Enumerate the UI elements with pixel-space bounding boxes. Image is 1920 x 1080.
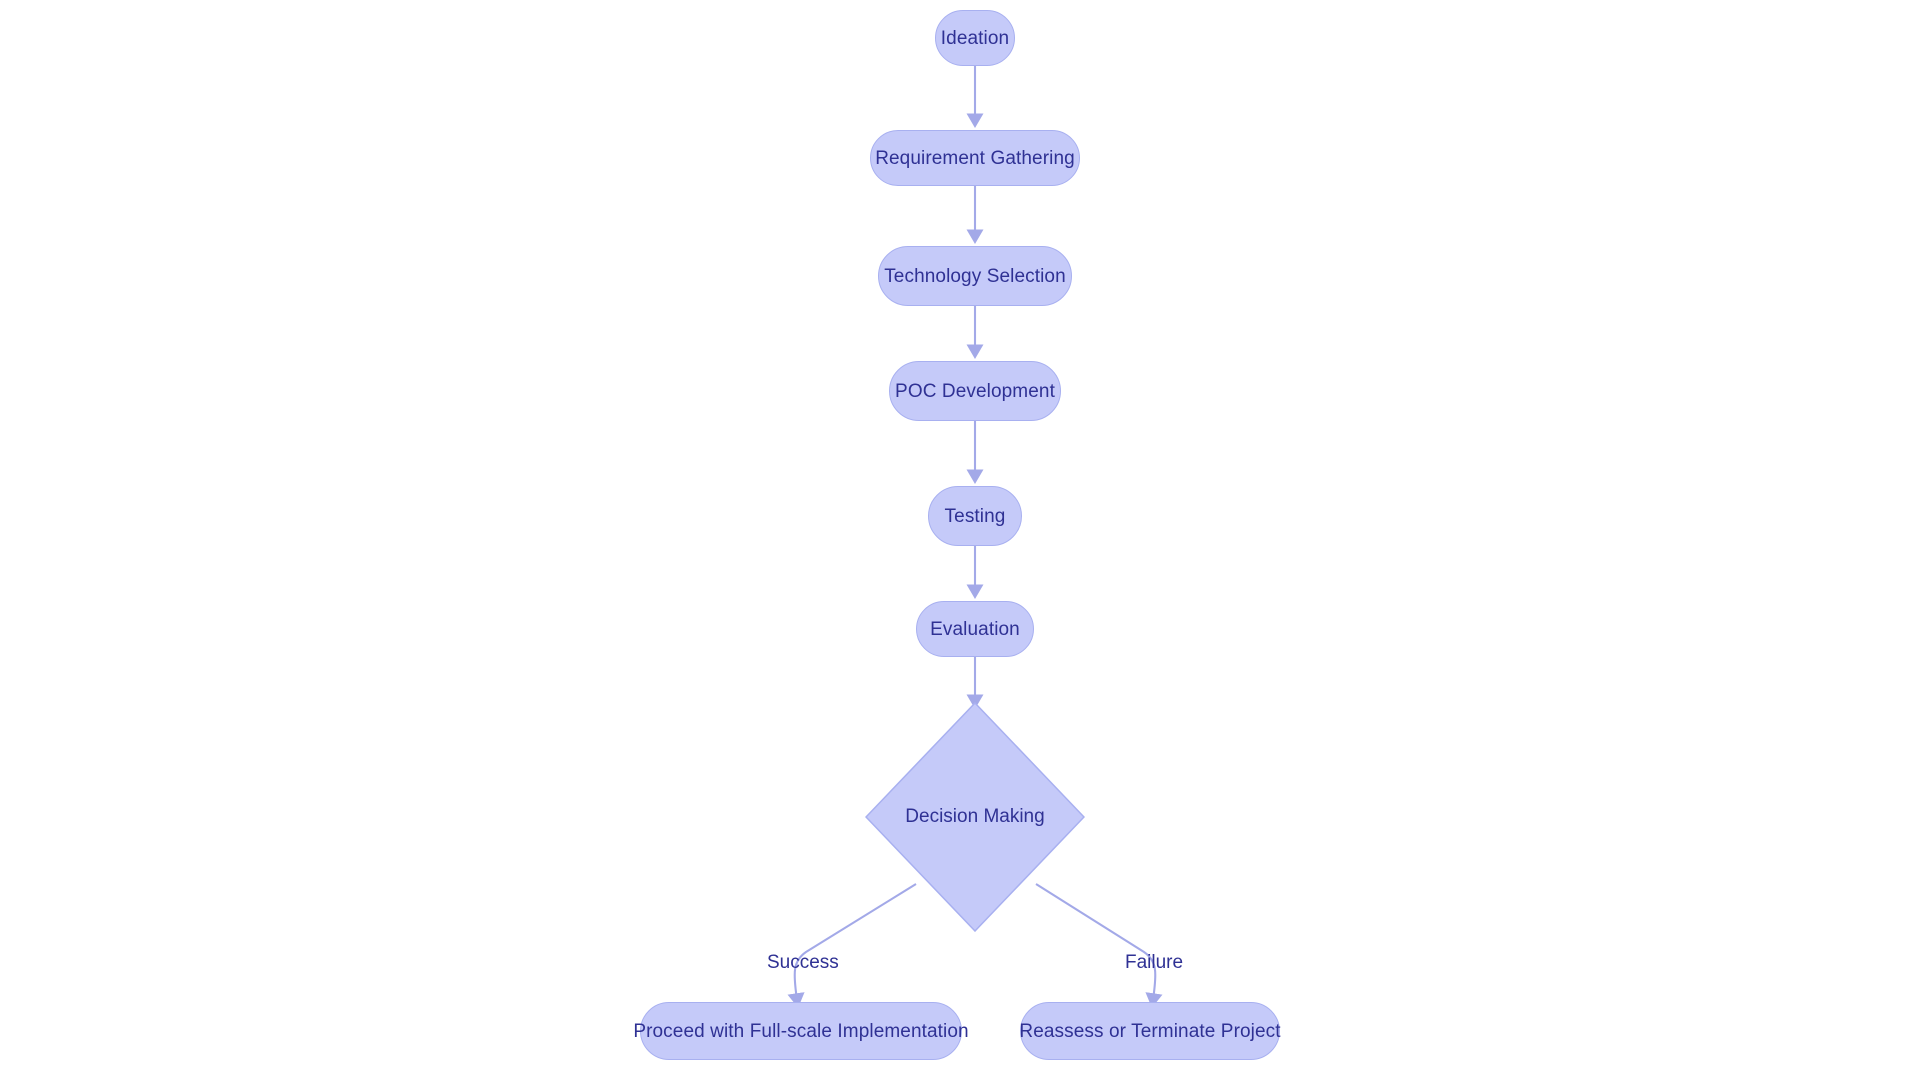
node-testing-label: Testing [944, 505, 1006, 527]
node-evaluation-label: Evaluation [930, 618, 1020, 640]
edge-label-failure-text: Failure [1125, 952, 1184, 973]
node-ideation-label: Ideation [940, 27, 1010, 49]
node-requirement-gathering[interactable]: Requirement Gathering [870, 130, 1080, 186]
node-ideation[interactable]: Ideation [935, 10, 1015, 66]
node-poc-development-label: POC Development [895, 380, 1055, 402]
node-proceed-full-scale-label: Proceed with Full-scale Implementation [633, 1020, 969, 1042]
node-proceed-full-scale[interactable]: Proceed with Full-scale Implementation [633, 1002, 969, 1060]
node-reassess-terminate-label: Reassess or Terminate Project [1019, 1020, 1281, 1042]
edge-label-failure: Failure [1125, 953, 1183, 972]
node-technology-selection[interactable]: Technology Selection [878, 246, 1072, 306]
node-technology-selection-label: Technology Selection [884, 265, 1066, 287]
node-requirement-gathering-label: Requirement Gathering [875, 147, 1075, 169]
node-testing[interactable]: Testing [928, 486, 1022, 546]
edge-label-success-text: Success [767, 952, 839, 973]
edge-label-success: Success [767, 953, 839, 972]
node-decision-making[interactable]: Decision Making [865, 702, 1085, 932]
node-evaluation[interactable]: Evaluation [916, 601, 1034, 657]
node-reassess-terminate[interactable]: Reassess or Terminate Project [1019, 1002, 1281, 1060]
flowchart-canvas: Ideation Requirement Gathering Technolog… [0, 0, 1920, 1080]
node-poc-development[interactable]: POC Development [889, 361, 1061, 421]
node-decision-making-label: Decision Making [905, 806, 1045, 827]
